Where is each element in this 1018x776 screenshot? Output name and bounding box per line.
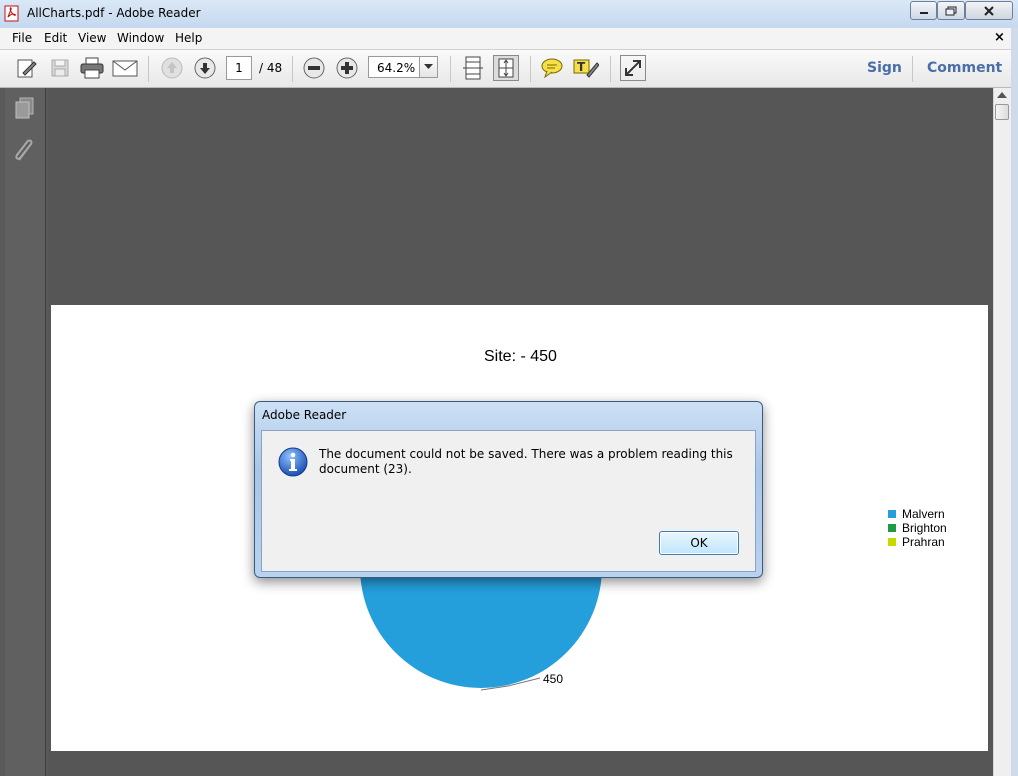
zoom-in-icon bbox=[336, 57, 358, 79]
fit-page-icon bbox=[463, 56, 483, 80]
email-button[interactable] bbox=[112, 55, 138, 81]
window-frame bbox=[1011, 28, 1018, 776]
menu-edit[interactable]: Edit bbox=[44, 31, 67, 45]
toolbar: 1 / 48 64.2% T Sign Comment bbox=[0, 50, 1018, 88]
email-icon bbox=[112, 60, 138, 77]
dialog-title: Adobe Reader bbox=[262, 408, 347, 422]
ok-button[interactable]: OK bbox=[659, 531, 739, 555]
page-number-input[interactable]: 1 bbox=[226, 56, 252, 80]
separator bbox=[610, 56, 611, 82]
minimize-icon bbox=[919, 11, 928, 14]
full-screen-button[interactable] bbox=[620, 55, 646, 81]
sticky-note-icon bbox=[541, 58, 563, 79]
comment-pane-link[interactable]: Comment bbox=[927, 60, 1002, 76]
page-down-icon bbox=[194, 57, 216, 79]
print-icon bbox=[80, 57, 104, 79]
attachments-icon bbox=[15, 139, 33, 161]
legend-label: Malvern bbox=[902, 507, 945, 521]
print-button[interactable] bbox=[79, 55, 105, 81]
menu-window[interactable]: Window bbox=[117, 31, 164, 45]
legend-label: Brighton bbox=[902, 521, 947, 535]
legend-swatch bbox=[888, 510, 896, 518]
menu-help[interactable]: Help bbox=[175, 31, 202, 45]
edit-button[interactable] bbox=[14, 55, 40, 81]
zoom-out-icon bbox=[303, 57, 325, 79]
edit-icon bbox=[17, 59, 37, 78]
chevron-down-icon bbox=[424, 64, 433, 69]
full-screen-icon bbox=[625, 60, 641, 76]
close-document-button[interactable]: × bbox=[994, 30, 1005, 45]
highlight-text-icon: T bbox=[573, 59, 599, 78]
info-icon bbox=[278, 447, 308, 477]
zoom-level-input[interactable]: 64.2% bbox=[368, 56, 422, 78]
pdf-file-icon bbox=[4, 5, 19, 22]
pages-icon bbox=[15, 97, 34, 119]
restore-icon bbox=[945, 6, 957, 15]
dialog-body: The document could not be saved. There w… bbox=[261, 430, 756, 572]
previous-page-button[interactable] bbox=[159, 55, 185, 81]
legend-item-malvern: Malvern bbox=[888, 507, 945, 521]
vertical-scrollbar[interactable] bbox=[993, 88, 1011, 776]
pages-button[interactable] bbox=[13, 96, 37, 123]
minimize-button[interactable] bbox=[910, 1, 937, 20]
menu-bar: File Edit View Window Help × bbox=[0, 28, 1018, 50]
close-icon bbox=[984, 5, 994, 16]
page-up-icon bbox=[161, 57, 183, 79]
scroll-up-icon[interactable] bbox=[997, 92, 1007, 98]
legend-item-prahran: Prahran bbox=[888, 535, 945, 549]
zoom-dropdown-button[interactable] bbox=[419, 56, 438, 78]
zoom-in-button[interactable] bbox=[334, 55, 360, 81]
highlight-text-button[interactable]: T bbox=[573, 55, 599, 81]
title-bar: AllCharts.pdf - Adobe Reader bbox=[0, 0, 1018, 29]
sign-pane-link[interactable]: Sign bbox=[867, 60, 902, 76]
fit-page-button[interactable] bbox=[460, 55, 486, 81]
alert-dialog: Adobe Reader The document could not be s… bbox=[254, 401, 763, 578]
scroll-thumb[interactable] bbox=[995, 104, 1009, 120]
save-button[interactable] bbox=[47, 55, 73, 81]
sticky-note-button[interactable] bbox=[539, 55, 565, 81]
legend-swatch bbox=[888, 538, 896, 546]
separator bbox=[148, 56, 149, 82]
save-icon bbox=[51, 59, 69, 77]
navigation-pane bbox=[0, 88, 48, 776]
fit-width-button[interactable] bbox=[493, 55, 519, 81]
window-close-button[interactable] bbox=[965, 1, 1013, 20]
separator bbox=[292, 56, 293, 82]
dialog-message: The document could not be saved. There w… bbox=[319, 447, 733, 476]
window-title: AllCharts.pdf - Adobe Reader bbox=[27, 6, 201, 20]
separator bbox=[530, 56, 531, 82]
legend-swatch bbox=[888, 524, 896, 532]
menu-file[interactable]: File bbox=[12, 31, 32, 45]
chart-title: Site: - 450 bbox=[484, 348, 557, 365]
zoom-out-button[interactable] bbox=[301, 55, 327, 81]
attachments-button[interactable] bbox=[13, 138, 37, 167]
legend-label: Prahran bbox=[902, 535, 945, 549]
menu-view[interactable]: View bbox=[78, 31, 106, 45]
legend-item-brighton: Brighton bbox=[888, 521, 947, 535]
separator bbox=[912, 56, 913, 82]
restore-button[interactable] bbox=[937, 1, 965, 20]
next-page-button[interactable] bbox=[192, 55, 218, 81]
page-total: / 48 bbox=[259, 61, 283, 75]
svg-text:T: T bbox=[577, 60, 586, 74]
separator bbox=[450, 56, 451, 82]
navigation-pane-strip bbox=[5, 88, 46, 776]
fit-width-icon bbox=[498, 58, 514, 78]
